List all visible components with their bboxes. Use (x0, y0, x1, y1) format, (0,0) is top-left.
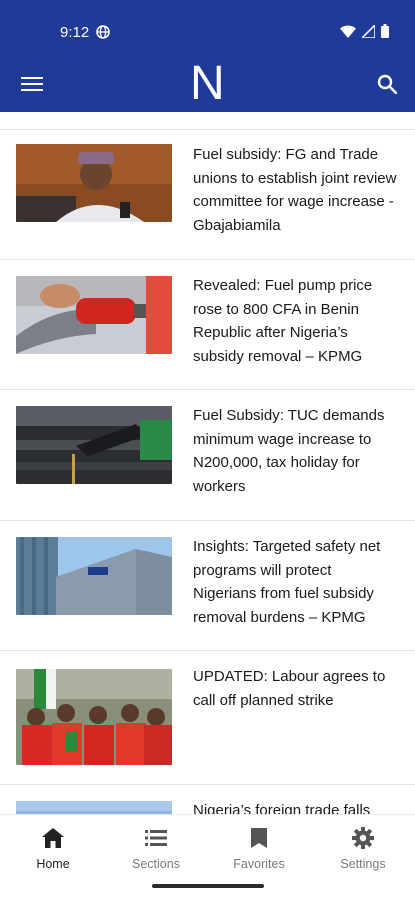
article-item[interactable]: UPDATED: Labour agrees to call off plann… (0, 651, 415, 785)
article-item[interactable]: Nigeria’s foreign trade falls (0, 785, 415, 814)
gesture-home-indicator[interactable] (152, 884, 264, 888)
cell-signal-icon (360, 22, 376, 43)
hamburger-menu-icon[interactable] (18, 70, 46, 98)
article-headline[interactable]: Fuel Subsidy: TUC demands minimum wage i… (193, 404, 398, 498)
status-bar: 9:12 (0, 0, 415, 62)
nav-label: Sections (132, 857, 180, 871)
article-headline[interactable]: Revealed: Fuel pump price rose to 800 CF… (193, 274, 398, 368)
app-logo[interactable]: N (190, 60, 225, 108)
nav-settings[interactable]: Settings (318, 825, 408, 871)
bookmark-icon (214, 825, 304, 851)
app-bar: N (0, 60, 415, 112)
article-thumbnail (16, 406, 172, 484)
article-item[interactable]: Insights: Targeted safety net programs w… (0, 521, 415, 651)
nav-home[interactable]: Home (8, 825, 98, 871)
article-item[interactable]: Fuel Subsidy: TUC demands minimum wage i… (0, 390, 415, 521)
article-headline[interactable]: Fuel subsidy: FG and Trade unions to est… (193, 143, 398, 237)
article-headline[interactable]: Nigeria’s foreign trade falls (193, 799, 398, 814)
wifi-icon (340, 24, 356, 43)
nav-label: Settings (340, 857, 386, 871)
article-headline[interactable]: Insights: Targeted safety net programs w… (193, 535, 398, 629)
sections-list-icon (111, 825, 201, 851)
vpn-globe-icon (96, 25, 110, 44)
article-thumbnail (16, 537, 172, 615)
article-item[interactable]: Revealed: Fuel pump price rose to 800 CF… (0, 260, 415, 390)
article-headline[interactable]: UPDATED: Labour agrees to call off plann… (193, 665, 398, 712)
article-item[interactable]: Fuel subsidy: FG and Trade unions to est… (0, 130, 415, 260)
status-icons (340, 22, 389, 43)
gear-icon (318, 825, 408, 851)
nav-label: Favorites (233, 857, 285, 871)
nav-sections[interactable]: Sections (111, 825, 201, 871)
nav-label: Home (36, 857, 70, 871)
article-feed[interactable]: Fuel subsidy: FG and Trade unions to est… (0, 112, 415, 814)
battery-icon (381, 24, 389, 43)
article-thumbnail (16, 801, 172, 814)
nav-favorites[interactable]: Favorites (214, 825, 304, 871)
search-icon[interactable] (373, 70, 401, 98)
home-icon (8, 825, 98, 851)
article-thumbnail (16, 276, 172, 354)
article-thumbnail (16, 144, 172, 222)
status-time: 9:12 (60, 24, 90, 41)
article-thumbnail (16, 669, 172, 765)
